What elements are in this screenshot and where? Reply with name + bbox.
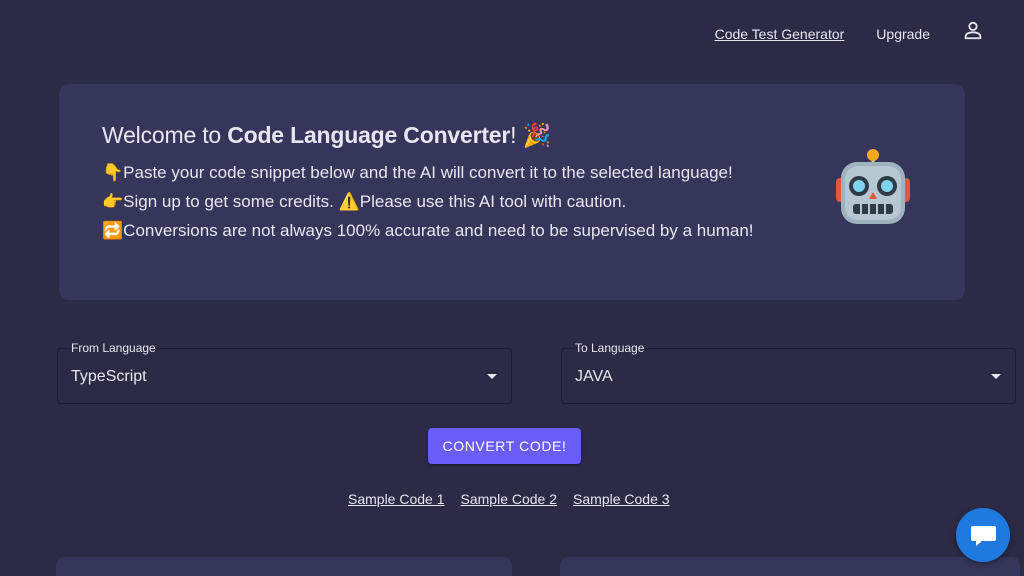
chat-button[interactable] (956, 508, 1010, 562)
sample-code-2-link[interactable]: Sample Code 2 (461, 491, 558, 507)
to-language-value: JAVA (575, 368, 613, 385)
from-language-label: From Language (71, 341, 156, 355)
welcome-instruction-line: 👇Paste your code snippet below and the A… (102, 163, 733, 182)
sample-code-links: Sample Code 1 Sample Code 2 Sample Code … (348, 491, 670, 507)
welcome-title-suffix: ! 🎉 (510, 122, 551, 148)
sample-code-3-link[interactable]: Sample Code 3 (573, 491, 670, 507)
chat-icon (971, 526, 996, 546)
chevron-down-icon (991, 374, 1001, 379)
upgrade-link[interactable]: Upgrade (876, 26, 930, 42)
convert-code-button[interactable]: CONVERT CODE! (428, 428, 581, 464)
robot-icon (836, 149, 910, 224)
user-icon[interactable] (962, 19, 984, 41)
source-code-panel[interactable] (56, 557, 512, 576)
from-language-value: TypeScript (71, 368, 147, 385)
welcome-title: Welcome to Code Language Converter! 🎉 (102, 122, 551, 149)
welcome-title-prefix: Welcome to (102, 122, 228, 148)
welcome-caution-line: 🔁Conversions are not always 100% accurat… (102, 221, 754, 240)
top-nav: Code Test Generator Upgrade (715, 21, 984, 42)
to-language-select[interactable]: To Language JAVA (561, 341, 1016, 404)
sample-code-1-link[interactable]: Sample Code 1 (348, 491, 445, 507)
welcome-title-app-name: Code Language Converter (227, 122, 511, 148)
chevron-down-icon (487, 374, 497, 379)
welcome-signup-line: 👉Sign up to get some credits. ⚠️Please u… (102, 192, 627, 211)
from-language-select[interactable]: From Language TypeScript (57, 341, 512, 404)
to-language-label: To Language (575, 341, 645, 355)
converted-code-panel[interactable] (560, 557, 1020, 576)
welcome-card: Welcome to Code Language Converter! 🎉 👇P… (59, 84, 965, 300)
code-test-generator-link[interactable]: Code Test Generator (715, 26, 845, 42)
